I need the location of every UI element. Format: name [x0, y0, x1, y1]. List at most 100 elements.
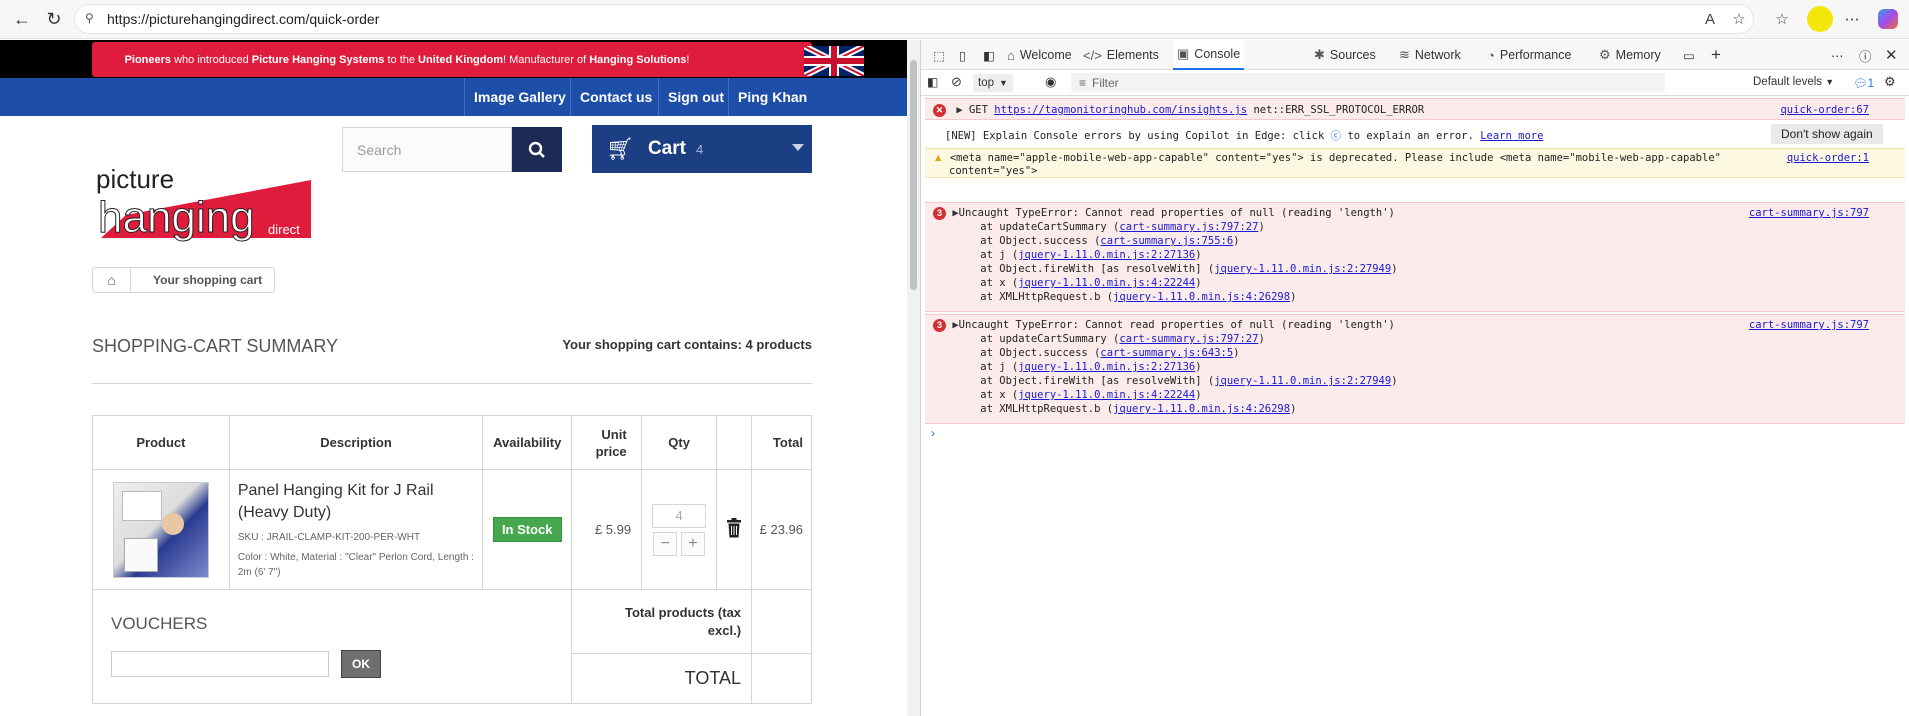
voucher-input[interactable] — [111, 651, 329, 677]
tab-console[interactable]: ▣ Console — [1173, 40, 1245, 70]
inspect-icon[interactable]: ⬚ — [933, 40, 945, 70]
frame-link[interactable]: cart-summary.js:755:6 — [1100, 235, 1233, 247]
issues-badge[interactable]: 💬︎1 — [1853, 76, 1874, 90]
product-image[interactable] — [112, 481, 209, 578]
scrollbar-thumb[interactable] — [910, 60, 917, 290]
frame-text: at Object.success ( — [955, 347, 1101, 359]
page-scrollbar[interactable] — [907, 40, 920, 716]
search-button[interactable] — [512, 127, 562, 172]
learn-more-link[interactable]: Learn more — [1480, 130, 1543, 142]
context-select[interactable]: top ▼ — [973, 74, 1013, 92]
msg-source-link[interactable]: quick-order:1 — [1787, 152, 1869, 165]
nav-contact-us[interactable]: Contact us — [570, 78, 661, 116]
settings-gear-icon[interactable]: ⚙ — [1884, 74, 1896, 90]
tab-memory-label: Memory — [1615, 48, 1661, 62]
frame-link[interactable]: jquery-1.11.0.min.js:2:27136 — [1018, 361, 1195, 373]
tab-performance[interactable]: ◔ Performance — [1487, 40, 1571, 70]
console-error-typeerror-2: 3 ▶Uncaught TypeError: Cannot read prope… — [925, 314, 1905, 424]
frame-link[interactable]: jquery-1.11.0.min.js:4:26298 — [1113, 291, 1290, 303]
msg-source-link[interactable]: quick-order:67 — [1780, 104, 1869, 116]
trash-icon[interactable] — [726, 518, 742, 538]
clear-console-icon[interactable]: ⊘ — [951, 74, 962, 90]
total-products-value — [751, 589, 812, 654]
frame-link[interactable]: jquery-1.11.0.min.js:2:27136 — [1018, 249, 1195, 261]
site-info-icon[interactable]: ⚲ — [85, 11, 94, 25]
product-name[interactable]: Panel Hanging Kit for J Rail (Heavy Duty… — [238, 480, 474, 524]
frame-text: at Object.success ( — [955, 235, 1101, 247]
frame-link[interactable]: jquery-1.11.0.min.js:4:22244 — [1018, 389, 1195, 401]
home-icon[interactable]: ⌂ — [93, 268, 131, 292]
sidebar-toggle-icon[interactable]: ◧ — [983, 40, 995, 70]
tab-welcome[interactable]: ⌂ Welcome — [1007, 40, 1072, 70]
web-page: Pioneers who introduced Picture Hanging … — [0, 40, 907, 716]
error-icon: ✕ — [933, 104, 946, 117]
tab-network[interactable]: ≋ Network — [1399, 40, 1461, 70]
help-icon[interactable]: ⓘ — [1859, 40, 1872, 70]
msg-link[interactable]: https://tagmonitoringhub.com/insights.js — [994, 104, 1247, 116]
frame-text: at j ( — [955, 249, 1019, 261]
more-icon[interactable]: ⋯ — [1842, 9, 1862, 29]
nav-account[interactable]: Ping Khan — [728, 78, 816, 116]
msg-source-link[interactable]: cart-summary.js:797 — [1749, 319, 1869, 331]
nav-image-gallery[interactable]: Image Gallery — [464, 78, 575, 116]
chevron-down-icon — [792, 144, 804, 151]
copilot-icon[interactable]: ⓒ — [1331, 130, 1342, 142]
profile-avatar[interactable] — [1807, 6, 1833, 32]
filter-input[interactable]: ≡ Filter — [1071, 73, 1665, 92]
error-count-badge: 3 — [933, 207, 946, 220]
frame-link[interactable]: cart-summary.js:643:5 — [1100, 347, 1233, 359]
voucher-ok-button[interactable]: OK — [341, 650, 381, 678]
frame-link[interactable]: jquery-1.11.0.min.js:2:27949 — [1214, 263, 1391, 275]
vouchers-row: VOUCHERS OK Total products (tax excl.) — [91, 589, 812, 704]
more-tabs-icon[interactable]: ▭ — [1683, 40, 1695, 70]
logo-text-1: picture — [96, 164, 174, 194]
cart-button[interactable]: 🛒︎ Cart 4 — [592, 125, 812, 173]
log-levels-select[interactable]: Default levels ▼ — [1753, 76, 1834, 88]
favorites-icon[interactable]: ☆ — [1772, 9, 1792, 29]
stack-trace: at updateCartSummary (cart-summary.js:79… — [955, 221, 1905, 305]
back-icon[interactable]: ← — [8, 5, 36, 33]
tab-sources[interactable]: ✱ Sources — [1314, 40, 1376, 70]
qty-input[interactable]: 4 — [652, 503, 707, 528]
frame-text: ) — [1233, 347, 1240, 359]
code-icon: </> — [1083, 47, 1102, 63]
address-bar[interactable]: ⚲ https://picturehangingdirect.com/quick… — [74, 4, 1754, 34]
more-options-icon[interactable]: ⋯ — [1831, 40, 1844, 70]
read-aloud-icon[interactable]: A — [1700, 9, 1720, 29]
nav-sign-out[interactable]: Sign out — [658, 78, 733, 116]
search-input[interactable]: Search — [342, 127, 512, 172]
frame-link[interactable]: cart-summary.js:797:27 — [1119, 333, 1258, 345]
copilot-icon[interactable] — [1878, 9, 1898, 29]
qty-decrease-button[interactable]: − — [653, 531, 678, 556]
refresh-icon[interactable]: ↻ — [40, 5, 68, 33]
error-message: Uncaught TypeError: Cannot read properti… — [958, 207, 1395, 219]
frame-link[interactable]: jquery-1.11.0.min.js:4:26298 — [1113, 403, 1290, 415]
tab-elements[interactable]: </> Elements — [1083, 40, 1159, 70]
add-tab-icon[interactable]: + — [1711, 40, 1721, 70]
logo-text-2: hanging — [98, 193, 255, 242]
search-icon — [528, 141, 545, 158]
device-emulation-icon[interactable]: ▯ — [959, 40, 966, 70]
frame-link[interactable]: jquery-1.11.0.min.js:4:22244 — [1018, 277, 1195, 289]
col-unit-price: Unit price — [571, 415, 643, 470]
console-sidebar-icon[interactable]: ◧ — [927, 75, 938, 89]
expand-arrow-icon[interactable]: ▶ — [956, 104, 962, 116]
tab-memory[interactable]: ⚙ Memory — [1599, 40, 1661, 70]
console-prompt[interactable]: › — [931, 426, 935, 440]
filter-placeholder: Filter — [1092, 75, 1119, 90]
frame-link[interactable]: cart-summary.js:797:27 — [1119, 221, 1258, 233]
eye-icon[interactable]: ◉ — [1045, 74, 1056, 90]
stack-frame: at Object.fireWith [as resolveWith] (jqu… — [955, 375, 1905, 389]
frame-text: at Object.fireWith [as resolveWith] ( — [955, 375, 1215, 387]
breadcrumb-current: Your shopping cart — [153, 273, 263, 287]
frame-link[interactable]: jquery-1.11.0.min.js:2:27949 — [1214, 375, 1391, 387]
dont-show-again-button[interactable]: Don't show again — [1771, 124, 1883, 144]
close-icon[interactable]: ✕ — [1885, 40, 1898, 70]
site-nav: Image Gallery Contact us Sign out Ping K… — [0, 78, 907, 116]
msg-source-link[interactable]: cart-summary.js:797 — [1749, 207, 1869, 219]
qty-increase-button[interactable]: + — [680, 531, 705, 556]
site-logo[interactable]: picture hanging direct — [96, 160, 316, 280]
favorite-star-icon[interactable]: ☆ — [1729, 9, 1749, 29]
console-error-network: ✕ ▶ GET https://tagmonitoringhub.com/ins… — [925, 98, 1905, 120]
levels-label: Default levels — [1753, 76, 1823, 88]
